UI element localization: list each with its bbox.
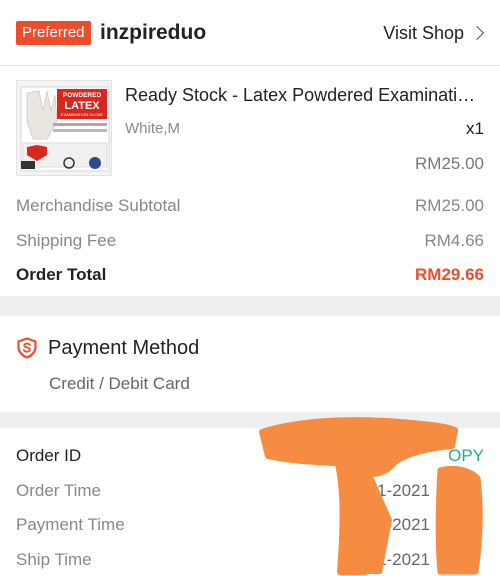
ship-time-label: Ship Time (16, 550, 92, 569)
chevron-right-icon (469, 25, 485, 41)
shipping-fee-row: Shipping Fee RM4.66 (16, 228, 484, 254)
visit-shop-button[interactable]: Visit Shop (383, 19, 486, 47)
visit-shop-label: Visit Shop (383, 22, 464, 43)
order-time-value: -01-2021 (361, 481, 430, 500)
order-total-label: Order Total (16, 265, 107, 284)
product-image-line-3: EXAMINATION GLOVE (61, 112, 103, 117)
subtotal-label: Merchandise Subtotal (16, 196, 181, 215)
product-quantity: x1 (466, 119, 484, 138)
shipping-value: RM4.66 (424, 231, 484, 250)
copy-order-id-button[interactable]: OPY (448, 446, 484, 466)
order-total-row: Order Total RM29.66 (16, 262, 484, 288)
payment-method-card: Payment Method Credit / Debit Card (0, 316, 500, 412)
shop-order-card: Preferred inzpireduo Visit Shop POWDERED… (0, 0, 500, 296)
order-time-label: Order Time (16, 481, 102, 500)
shop-header: Preferred inzpireduo Visit Shop (0, 0, 500, 66)
payment-method-title: Payment Method (48, 337, 200, 359)
product-image-line-1: POWDERED (63, 92, 102, 99)
shield-dollar-icon (17, 337, 37, 359)
shop-name[interactable]: inzpireduo (100, 19, 206, 47)
ship-time-value: 01-2021 (367, 550, 430, 569)
ship-time-row: Ship Time 01-2021 (16, 547, 484, 573)
product-title[interactable]: Ready Stock - Latex Powdered Examinati… (125, 83, 480, 107)
subtotal-value: RM25.00 (415, 196, 484, 215)
payment-method-value: Credit / Debit Card (49, 374, 190, 393)
product-variant: White,M (125, 120, 181, 137)
product-image-line-2: LATEX (64, 100, 100, 112)
product-image[interactable]: POWDERED LATEX EXAMINATION GLOVE (16, 80, 112, 176)
product-price: RM25.00 (415, 154, 484, 173)
glove-box-image: POWDERED LATEX EXAMINATION GLOVE (17, 81, 111, 175)
order-id-row: Order ID OPY (16, 443, 484, 469)
payment-time-row: Payment Time 01-2021 (16, 512, 484, 538)
order-total-value: RM29.66 (415, 265, 484, 284)
preferred-badge: Preferred (16, 21, 91, 45)
order-id-label: Order ID (16, 446, 82, 465)
payment-time-value: 01-2021 (367, 515, 430, 534)
order-info-card: Order ID OPY Order Time -01-2021 Payment… (0, 428, 500, 576)
shipping-label: Shipping Fee (16, 231, 117, 250)
payment-time-label: Payment Time (16, 515, 125, 534)
order-time-row: Order Time -01-2021 (16, 478, 484, 504)
merchandise-subtotal-row: Merchandise Subtotal RM25.00 (16, 193, 484, 219)
